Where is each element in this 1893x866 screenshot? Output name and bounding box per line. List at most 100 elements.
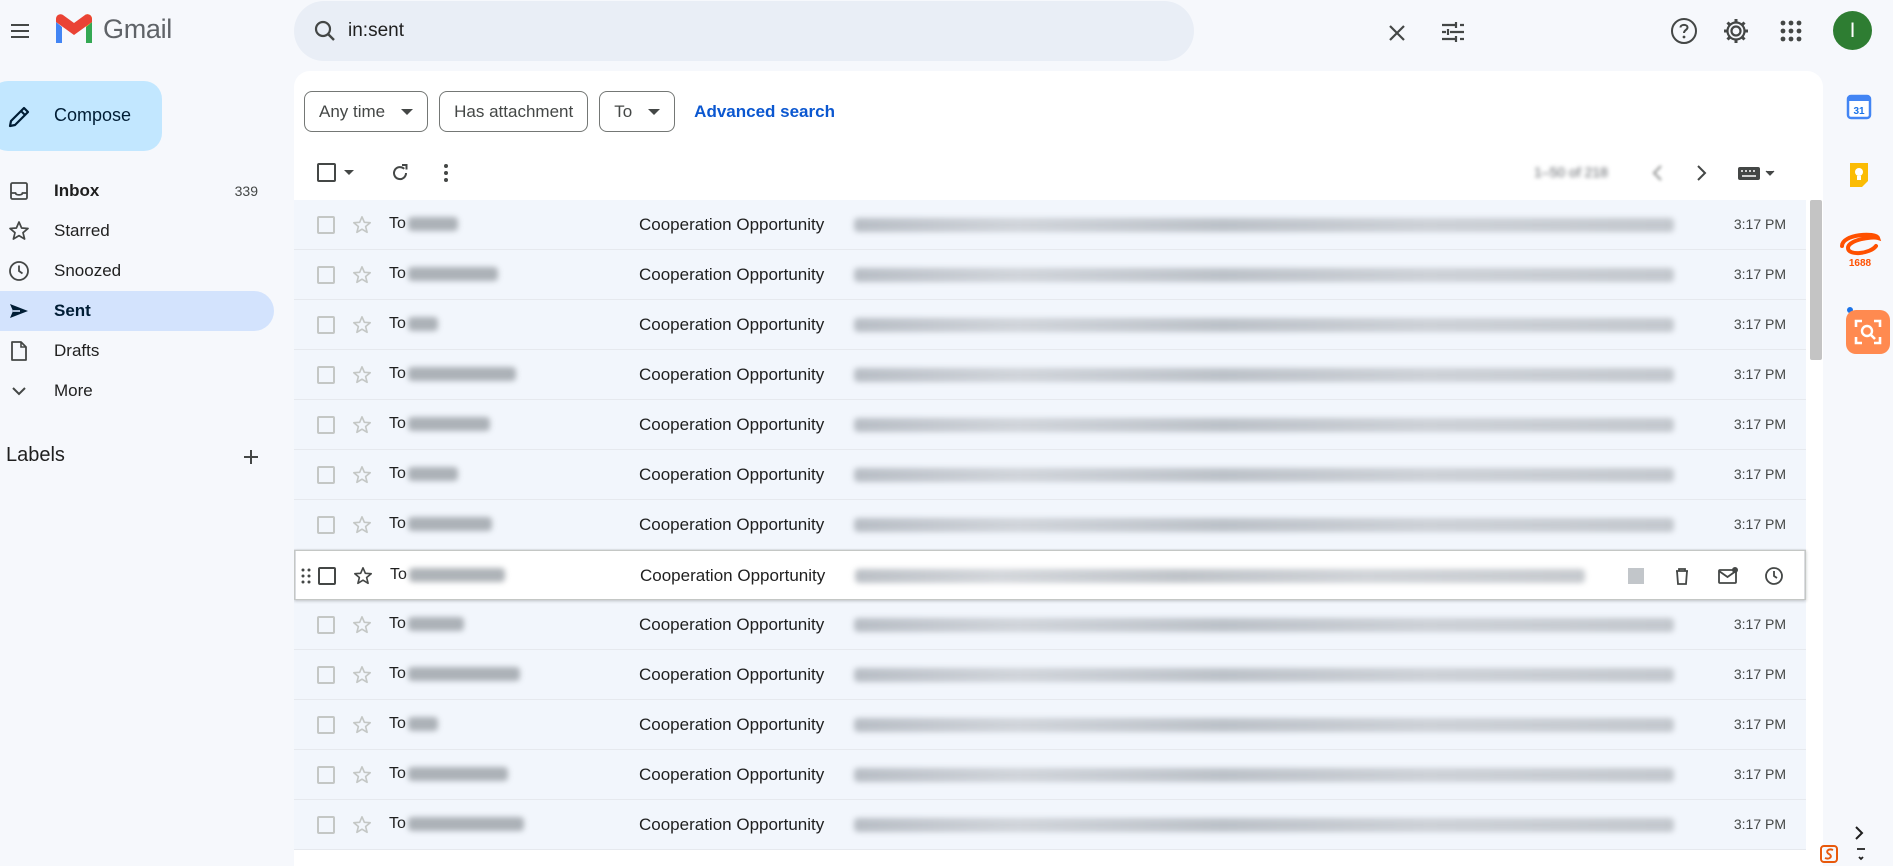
- star-toggle-icon[interactable]: [350, 313, 374, 337]
- select-menu-caret-icon[interactable]: [344, 170, 354, 175]
- mark-unread-icon[interactable]: [1715, 563, 1741, 589]
- star-toggle-icon[interactable]: [350, 663, 374, 687]
- star-toggle-icon[interactable]: [350, 213, 374, 237]
- calendar-day: 31: [1853, 106, 1865, 117]
- sidebar-item-more[interactable]: More: [0, 371, 274, 411]
- to-prefix: To: [389, 415, 406, 432]
- star-toggle-icon[interactable]: [350, 763, 374, 787]
- sidebar-item-label: Snoozed: [54, 261, 122, 280]
- row-checkbox[interactable]: [317, 416, 335, 434]
- gmail-logo[interactable]: Gmail: [53, 13, 172, 45]
- row-checkbox[interactable]: [317, 216, 335, 234]
- settings-gear-icon[interactable]: [1718, 13, 1754, 49]
- refresh-icon[interactable]: [386, 159, 414, 187]
- expand-side-panel-icon[interactable]: [1848, 822, 1870, 844]
- chevron-left-icon[interactable]: [1644, 159, 1672, 187]
- ime-tray-icon[interactable]: [1818, 842, 1844, 866]
- mail-row[interactable]: To Cooperation Opportunity 3:17 PM: [294, 350, 1806, 400]
- chevron-right-icon[interactable]: [1687, 159, 1715, 187]
- google-apps-icon[interactable]: [1773, 13, 1809, 49]
- mail-row[interactable]: To Cooperation Opportunity 3:17 PM: [294, 450, 1806, 500]
- search-options-icon[interactable]: [1435, 14, 1471, 50]
- recipient: To: [389, 215, 458, 233]
- to-prefix: To: [389, 615, 406, 632]
- mail-row[interactable]: To Cooperation Opportunity 3:17 PM: [294, 700, 1806, 750]
- scrollbar[interactable]: [1810, 200, 1822, 360]
- mail-row[interactable]: To Cooperation Opportunity 3:17 PM: [294, 400, 1806, 450]
- star-toggle-icon[interactable]: [350, 363, 374, 387]
- search-icon[interactable]: [310, 16, 340, 46]
- delete-icon[interactable]: [1669, 563, 1695, 589]
- search-input[interactable]: [348, 13, 1048, 49]
- row-checkbox[interactable]: [317, 616, 335, 634]
- row-checkbox[interactable]: [317, 366, 335, 384]
- select-all-checkbox[interactable]: [317, 163, 336, 182]
- help-icon[interactable]: [1666, 13, 1702, 49]
- star-toggle-icon[interactable]: [350, 463, 374, 487]
- row-checkbox[interactable]: [317, 716, 335, 734]
- mail-row[interactable]: To Cooperation Opportunity 3:17 PM: [294, 500, 1806, 550]
- star-toggle-icon[interactable]: [350, 613, 374, 637]
- keep-icon[interactable]: [1840, 156, 1878, 194]
- filter-has-attachment-chip[interactable]: Has attachment: [439, 91, 589, 132]
- star-toggle-icon[interactable]: [350, 713, 374, 737]
- row-checkbox[interactable]: [317, 516, 335, 534]
- screenshot-capture-icon[interactable]: [1846, 310, 1890, 354]
- snooze-clock-icon[interactable]: [1761, 563, 1787, 589]
- star-toggle-icon[interactable]: [350, 413, 374, 437]
- star-toggle-icon[interactable]: [350, 263, 374, 287]
- row-checkbox[interactable]: [317, 466, 335, 484]
- recipient: To: [389, 615, 464, 633]
- side-panel-scroll-icon[interactable]: [1848, 842, 1874, 866]
- row-checkbox[interactable]: [317, 766, 335, 784]
- redacted-snippet: [854, 618, 1674, 632]
- alibaba-1688-icon[interactable]: 1688: [1836, 224, 1882, 270]
- mail-row[interactable]: To Cooperation Opportunity 3:17 PM: [294, 250, 1806, 300]
- mail-row[interactable]: To Cooperation Opportunity 3:17 PM: [294, 800, 1806, 850]
- mail-row[interactable]: To Cooperation Opportunity 3:17 PM: [294, 650, 1806, 700]
- row-checkbox[interactable]: [317, 816, 335, 834]
- recipient: To: [389, 715, 438, 733]
- redacted-recipient-name: [407, 517, 492, 531]
- mail-row[interactable]: To Cooperation Opportunity: [294, 550, 1806, 600]
- sidebar-item-drafts[interactable]: Drafts: [0, 331, 274, 371]
- input-tools-keyboard-icon[interactable]: [1736, 161, 1778, 185]
- row-checkbox[interactable]: [317, 266, 335, 284]
- mail-time: 3:17 PM: [1733, 666, 1786, 682]
- advanced-search-link[interactable]: Advanced search: [694, 102, 835, 122]
- row-checkbox[interactable]: [317, 316, 335, 334]
- dropdown-caret-icon: [648, 108, 661, 115]
- account-avatar[interactable]: I: [1833, 11, 1872, 50]
- add-label-icon[interactable]: [238, 444, 264, 470]
- calendar-icon[interactable]: 31: [1840, 88, 1878, 126]
- sidebar-item-starred[interactable]: Starred: [0, 211, 274, 251]
- sidebar-item-sent[interactable]: Sent: [0, 291, 274, 331]
- drag-handle-icon[interactable]: [301, 568, 311, 584]
- dropdown-caret-icon: [401, 108, 414, 115]
- redacted-snippet: [854, 518, 1674, 532]
- row-checkbox[interactable]: [318, 567, 336, 585]
- sidebar-item-inbox[interactable]: Inbox 339: [0, 171, 274, 211]
- clear-search-icon[interactable]: [1380, 16, 1414, 50]
- mail-row[interactable]: To Cooperation Opportunity 3:17 PM: [294, 750, 1806, 800]
- to-prefix: To: [389, 365, 406, 382]
- mail-row[interactable]: To Cooperation Opportunity 3:17 PM: [294, 600, 1806, 650]
- star-toggle-icon[interactable]: [350, 813, 374, 837]
- main-menu-icon[interactable]: [4, 10, 36, 52]
- mail-subject: Cooperation Opportunity: [639, 765, 825, 784]
- star-toggle-icon[interactable]: [350, 513, 374, 537]
- mail-row[interactable]: To Cooperation Opportunity 3:17 PM: [294, 300, 1806, 350]
- row-checkbox[interactable]: [317, 666, 335, 684]
- sidebar-item-snoozed[interactable]: Snoozed: [0, 251, 274, 291]
- gmail-m-icon: [56, 14, 92, 43]
- mail-list: To Cooperation Opportunity 3:17 PM To Cooper…: [294, 200, 1806, 850]
- more-options-icon[interactable]: [432, 159, 460, 187]
- archive-icon[interactable]: [1623, 563, 1649, 589]
- mail-time: 3:17 PM: [1733, 766, 1786, 782]
- filter-any-time-chip[interactable]: Any time: [304, 91, 429, 132]
- compose-button[interactable]: Compose: [0, 81, 162, 151]
- star-toggle-icon[interactable]: [351, 564, 375, 588]
- mail-row[interactable]: To Cooperation Opportunity 3:17 PM: [294, 200, 1806, 250]
- filter-to-chip[interactable]: To: [599, 91, 676, 132]
- to-prefix: To: [389, 765, 406, 782]
